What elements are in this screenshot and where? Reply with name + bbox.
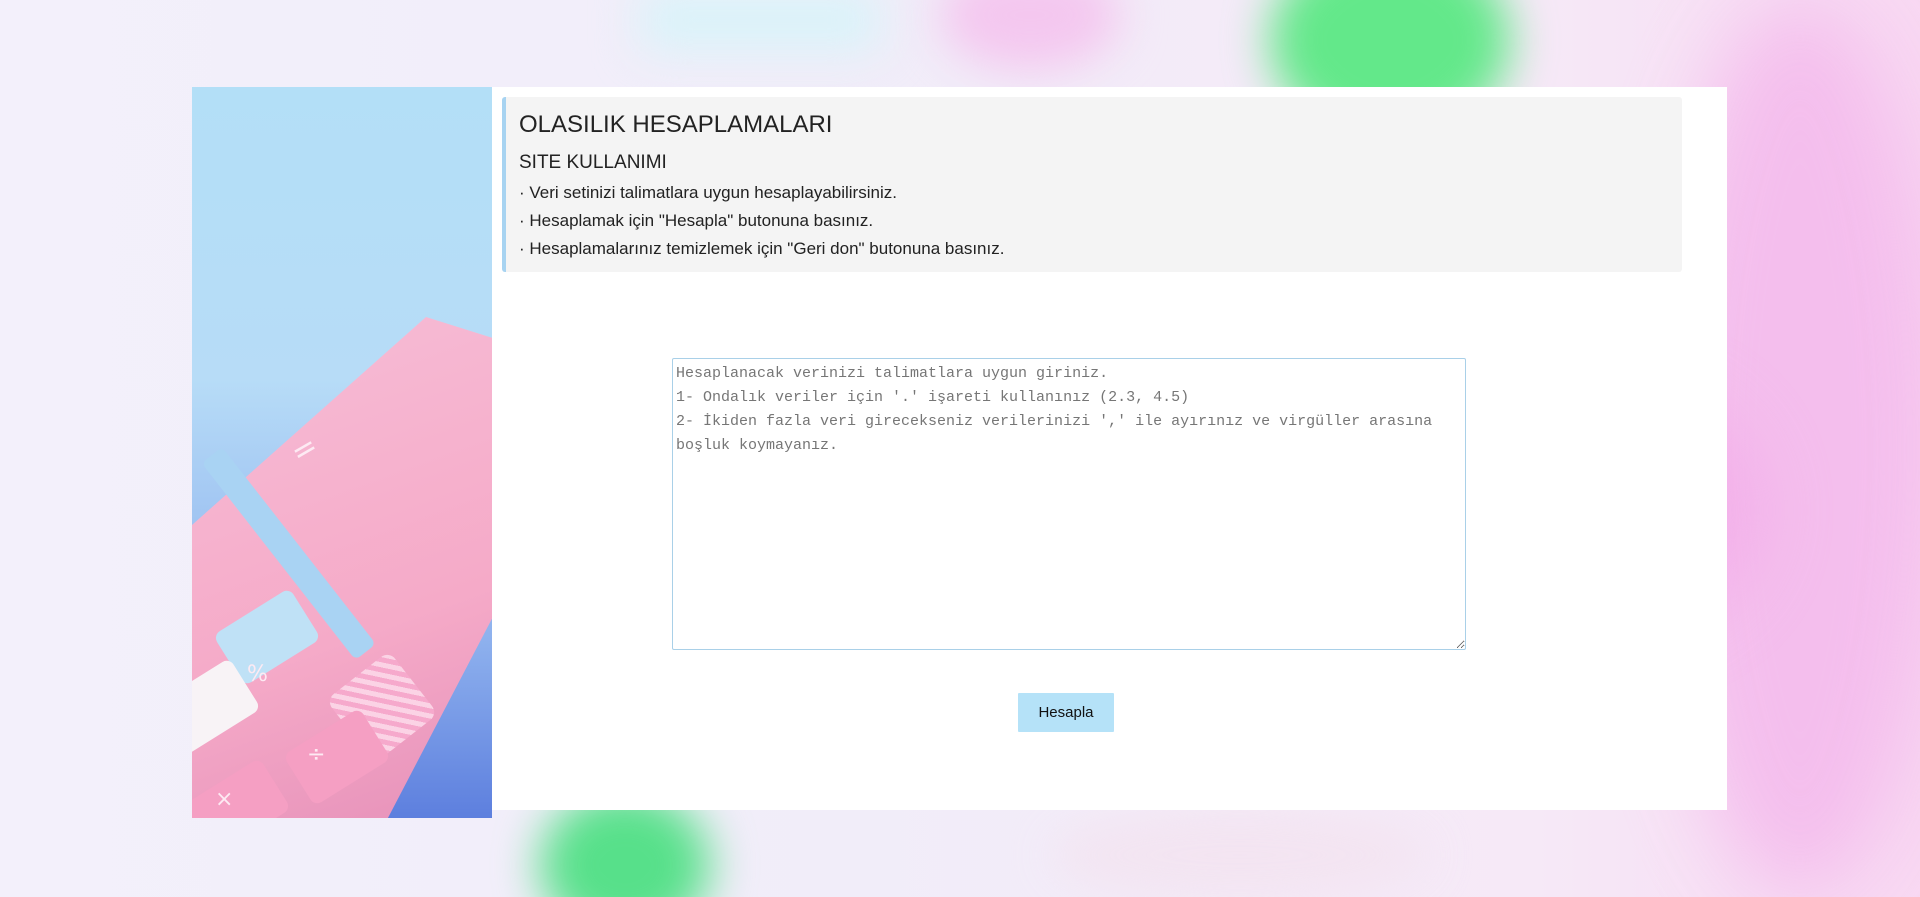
calculator-illustration: % ÷ × = [192,87,492,818]
bg-blob [940,0,1120,70]
bg-blob [1050,810,1430,897]
usage-info-box: OLASILIK HESAPLAMALARI SITE KULLANIMI · … [502,97,1682,272]
multiply-key-symbol: × [215,787,234,812]
page-title: OLASILIK HESAPLAMALARI [519,111,833,138]
divide-key-symbol: ÷ [307,742,326,767]
usage-instruction: · Hesaplamalarınız temizlemek için "Geri… [519,239,1005,258]
usage-instruction: · Hesaplamak için "Hesapla" butonuna bas… [519,211,874,230]
usage-subtitle: SITE KULLANIMI [519,152,667,173]
bg-blob [640,0,880,50]
percent-key-symbol: % [247,662,268,687]
calculate-button[interactable]: Hesapla [1018,693,1114,732]
usage-instruction: · Veri setinizi talimatlara uygun hesapl… [519,183,897,202]
data-input-textarea[interactable] [672,358,1466,650]
